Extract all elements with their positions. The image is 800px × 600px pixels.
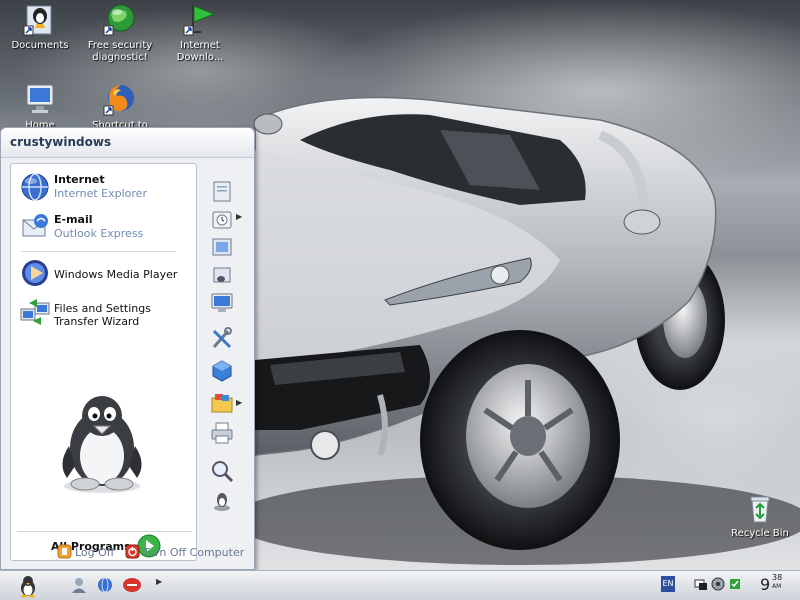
desktop-icon-security-diagnostic[interactable]: Free security diagnostic! [82,2,158,64]
run-icon[interactable] [209,488,235,514]
quick-launch-internet-icon[interactable] [96,576,114,594]
power-icon [125,544,140,559]
user-name: crustywindows [10,135,112,149]
log-off-button[interactable]: Log Off [57,542,119,562]
taskbar: ▶ EN 9 38 AM [0,570,800,600]
start-menu: crustywindows Internet Internet Explorer [0,127,255,570]
media-player-icon [22,260,48,286]
start-button-penguin-icon[interactable] [16,574,40,598]
language-indicator[interactable]: EN [661,576,675,592]
security-globe-icon [103,4,135,36]
pinned-internet[interactable]: Internet Internet Explorer [17,169,192,205]
desktop-icon-home[interactable]: Home [2,82,78,132]
submenu-arrow-icon: ▶ [236,398,243,407]
desktop-icon-recycle-bin[interactable]: Recycle Bin [722,494,798,540]
pinned-subtitle: Outlook Express [54,227,144,240]
pinned-title: Internet [54,173,105,186]
start-menu-user-header: crustywindows [1,128,254,158]
separator [21,251,176,252]
program-label: Files and Settings Transfer Wizard [54,302,151,328]
clock-hour: 9 [760,575,771,594]
documents-folder-icon[interactable] [209,178,235,204]
quick-launch-expand-icon[interactable]: ▶ [156,577,162,586]
desktop-icon-internet-download[interactable]: Internet Downlo... [162,2,238,64]
computer-monitor-icon [26,84,54,113]
music-icon[interactable] [209,262,235,288]
start-menu-programs-panel: Internet Internet Explorer E-mail Outloo… [10,163,197,561]
desktop-icon-documents[interactable]: Documents [2,2,78,52]
pinned-subtitle: Internet Explorer [54,187,147,200]
control-panel-tools-icon[interactable] [209,326,235,352]
internet-explorer-icon [21,173,49,201]
log-off-icon [57,544,72,559]
clock-ampm: AM [772,583,782,590]
submenu-arrow-icon: ▶ [236,212,243,221]
recent-documents-icon[interactable] [209,206,235,232]
desktop-icon-label: Documents [11,40,69,51]
quick-launch-user-icon[interactable] [70,576,88,594]
pinned-email[interactable]: E-mail Outlook Express [17,209,192,245]
documents-icon [23,5,52,36]
tux-penguin-logo [62,396,142,493]
search-icon[interactable] [209,458,235,484]
tray-security-icon[interactable] [728,577,742,591]
tray-volume-icon[interactable] [711,577,725,591]
firefox-icon [103,85,134,116]
start-menu-footer: Log Off Turn Off Computer [1,542,254,570]
download-flag-icon [183,5,216,36]
turn-off-computer-button[interactable]: Turn Off Computer [125,542,245,562]
program-windows-media-player[interactable]: Windows Media Player [17,257,195,291]
tray-network-icon[interactable] [694,577,708,591]
transfer-wizard-icon [20,299,50,325]
turn-off-label: Turn Off Computer [143,546,245,559]
quick-launch-red-icon[interactable] [122,576,142,594]
program-label: Windows Media Player [54,268,178,281]
desktop-icon-label: Recycle Bin [731,528,789,539]
programs-folder-icon[interactable] [209,390,235,416]
recycle-bin-icon [750,496,770,523]
program-files-settings-transfer-wizard[interactable]: Files and Settings Transfer Wizard [17,297,195,333]
desktop-icon-label: Free security diagnostic! [87,40,153,63]
pinned-title: E-mail [54,213,93,226]
pictures-icon[interactable] [209,234,235,260]
clock-minute: 38 [772,573,783,582]
blue-cube-icon[interactable] [209,358,235,384]
desktop-icon-label: Internet Downlo... [176,40,224,63]
outlook-express-icon [22,214,48,237]
my-computer-icon[interactable] [209,290,235,316]
log-off-label: Log Off [75,546,115,559]
desktop-icon-firefox-shortcut[interactable]: Shortcut to [82,82,158,132]
printer-icon[interactable] [209,420,235,446]
system-clock[interactable]: 9 38 AM [760,573,782,594]
